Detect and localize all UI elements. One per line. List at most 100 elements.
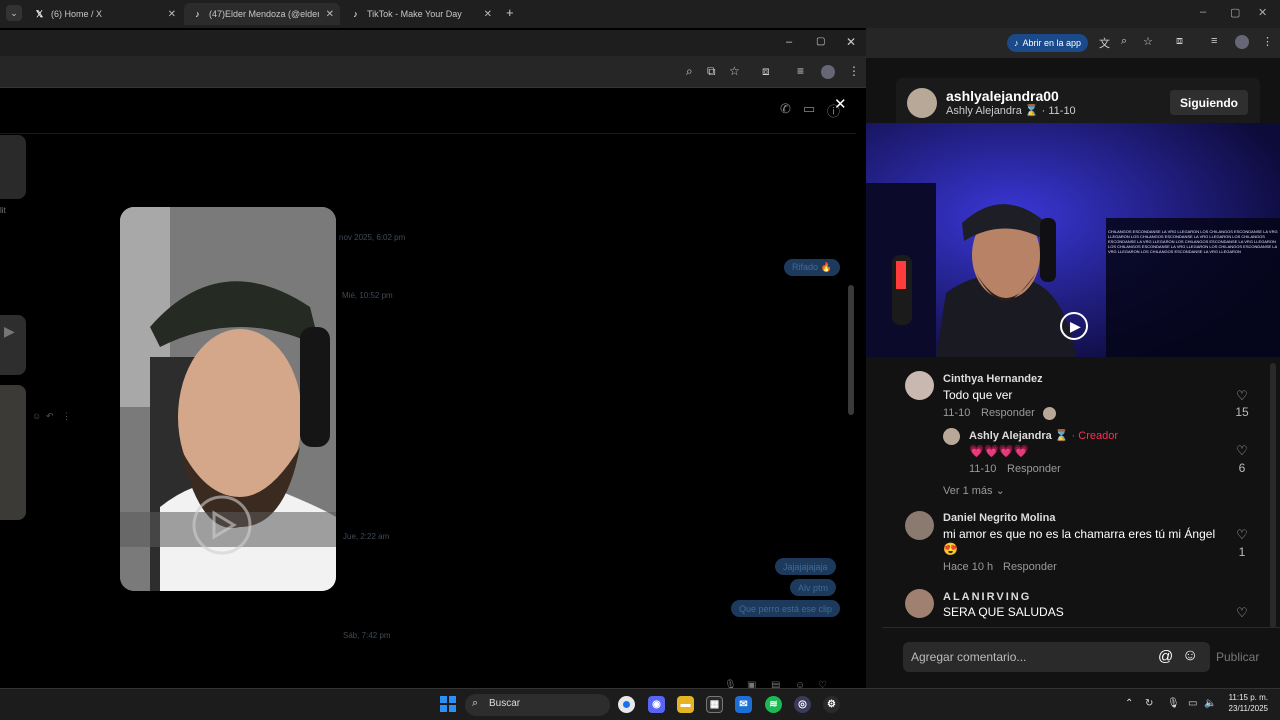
media-icon[interactable]: ≡ — [1211, 35, 1217, 47]
chrome-icon[interactable] — [618, 696, 635, 713]
discord-icon[interactable]: ◉ — [648, 696, 665, 713]
comments-scrollbar[interactable] — [1270, 363, 1276, 628]
mention-icon[interactable]: @ — [1158, 648, 1173, 665]
previous-media-thumb[interactable] — [0, 135, 26, 199]
close-window-icon[interactable]: ✕ — [1258, 6, 1267, 19]
close-window-icon[interactable]: ✕ — [846, 35, 856, 49]
comment-username[interactable]: Daniel Negrito Molina — [943, 512, 1055, 524]
commenter-avatar[interactable] — [905, 511, 934, 540]
microphone-icon[interactable]: 🎙 — [1167, 698, 1180, 709]
x-logo-icon: 𝕏 — [35, 8, 44, 19]
comment-username[interactable]: Cinthya Hernandez — [943, 373, 1043, 385]
like-heart-icon[interactable]: ♡ — [1232, 443, 1252, 459]
minimize-icon[interactable]: – — [786, 36, 792, 48]
timestamp: Jue, 2:22 am — [343, 532, 390, 541]
more-menu-icon[interactable]: ⋮ — [848, 64, 860, 78]
dm-scrollbar[interactable] — [847, 135, 855, 660]
tab-search-dropdown-icon[interactable]: ⌄ — [6, 5, 22, 21]
like-heart-icon[interactable]: ♡ — [1232, 527, 1252, 543]
video-call-icon[interactable]: ▭ — [803, 101, 815, 117]
profile-avatar[interactable] — [1235, 35, 1249, 49]
tiktok-icon: ♪ — [195, 9, 200, 19]
tiktok-icon: ♪ — [353, 9, 358, 19]
store-icon[interactable]: ▦ — [706, 696, 723, 713]
taskbar-search[interactable] — [465, 694, 610, 716]
phone-call-icon[interactable]: ✆ — [780, 101, 791, 117]
spotify-icon[interactable]: ≋ — [765, 696, 782, 713]
message-bubble[interactable]: Alv ptm — [790, 579, 837, 596]
reply-button[interactable]: Responder — [1007, 463, 1061, 475]
reply-button[interactable]: Responder — [1003, 561, 1057, 573]
maximize-icon[interactable]: ▢ — [1230, 6, 1240, 19]
volume-icon[interactable]: 🔈 — [1204, 698, 1216, 709]
star-icon[interactable]: ☆ — [729, 64, 740, 78]
reply-button[interactable]: Responder — [981, 407, 1035, 419]
zoom-icon[interactable]: ⌕ — [1121, 35, 1127, 48]
close-icon[interactable]: ✕ — [834, 95, 847, 113]
play-icon[interactable]: ▶ — [1060, 312, 1088, 340]
commenter-avatar[interactable] — [905, 589, 934, 618]
message-bubble[interactable]: Jajajajajaja — [775, 558, 836, 575]
more-icon[interactable]: ⋮ — [62, 411, 71, 422]
tab-title: (47)Elder Mendoza (@elderme — [209, 9, 319, 19]
mail-icon[interactable]: ✉ — [735, 696, 752, 713]
clock-time[interactable]: 11:15 p. m. — [1228, 693, 1268, 702]
maximize-icon[interactable]: ▢ — [816, 36, 825, 47]
comment-username-text: Ashly Alejandra ⌛ — [969, 430, 1069, 442]
tiktok-icon: ♪ — [1014, 38, 1019, 48]
emoji-icon[interactable]: ☺ — [1182, 647, 1198, 665]
react-icon[interactable]: ☺ — [32, 411, 41, 421]
author-avatar[interactable] — [907, 88, 937, 118]
minimize-icon[interactable]: – — [1200, 6, 1206, 18]
comment-username[interactable]: ALANIRVING — [943, 591, 1031, 603]
close-tab-icon[interactable]: ✕ — [484, 9, 492, 20]
zoom-icon[interactable]: ⌕ — [686, 64, 693, 79]
app-icon[interactable]: ⚙ — [823, 696, 840, 713]
like-heart-icon[interactable]: ♡ — [1232, 605, 1252, 621]
author-subline: Ashly Alejandra ⌛ · 11-10 — [946, 104, 1076, 117]
star-icon[interactable]: ☆ — [1143, 35, 1153, 48]
tab-x-home[interactable]: 𝕏 (6) Home / X ✕ — [26, 3, 182, 25]
creator-liked-avatar — [1043, 407, 1056, 420]
comment-text: 💗💗💗💗 — [969, 444, 1029, 458]
previous-media-thumb[interactable]: ▶ — [0, 315, 26, 375]
tab-tiktok[interactable]: ♪ TikTok - Make Your Day ✕ — [342, 3, 498, 25]
side-label: lit — [0, 206, 6, 215]
author-username[interactable]: ashlyalejandra00 — [946, 88, 1059, 104]
clock-date[interactable]: 23/11/2025 — [1222, 704, 1268, 713]
close-tab-icon[interactable]: ✕ — [168, 9, 176, 20]
close-tab-icon[interactable]: ✕ — [326, 9, 334, 20]
profile-avatar[interactable] — [821, 65, 835, 79]
more-menu-icon[interactable]: ⋮ — [1262, 35, 1273, 48]
cast-icon[interactable]: ⧉ — [707, 64, 716, 79]
creator-tag: · Creador — [1071, 430, 1119, 442]
comment-username[interactable]: Ashly Alejandra ⌛ · Creador — [969, 429, 1118, 442]
network-icon[interactable]: ▭ — [1188, 698, 1197, 709]
app-icon[interactable]: ◎ — [794, 696, 811, 713]
open-in-app-button[interactable]: ♪ Abrir en la app — [1007, 34, 1089, 52]
message-bubble[interactable]: Rifado 🔥 — [784, 259, 840, 276]
commenter-avatar[interactable] — [943, 428, 960, 445]
dm-window-toolbar: ⌕ ⧉ ☆ ⧈ ≡ ⋮ — [0, 56, 866, 88]
media-icon[interactable]: ≡ — [797, 64, 804, 78]
sync-icon[interactable]: ↻ — [1145, 698, 1153, 709]
see-more-replies[interactable]: Ver 1 más ⌄ — [943, 484, 1005, 497]
extensions-icon[interactable]: ⧈ — [762, 64, 770, 79]
comment-time: 11-10 — [969, 463, 997, 475]
commenter-avatar[interactable] — [905, 371, 934, 400]
following-button[interactable]: Siguiendo — [1170, 90, 1248, 115]
message-bubble[interactable]: Que perro está ese clip — [731, 600, 841, 617]
tab-elder-mendoza[interactable]: ♪ (47)Elder Mendoza (@elderme ✕ — [184, 3, 340, 25]
previous-media-thumb[interactable] — [0, 385, 26, 520]
file-explorer-icon[interactable]: ▬ — [677, 696, 694, 713]
reply-icon[interactable]: ↶ — [46, 411, 54, 422]
start-menu-icon[interactable] — [440, 696, 456, 712]
like-heart-icon[interactable]: ♡ — [1232, 388, 1252, 404]
new-tab-button[interactable]: + — [506, 5, 514, 20]
translate-icon[interactable]: 文 — [1099, 35, 1110, 51]
tab-title: (6) Home / X — [51, 9, 103, 19]
shared-video-card[interactable] — [120, 207, 336, 591]
extensions-icon[interactable]: ⧈ — [1176, 35, 1183, 48]
publish-button[interactable]: Publicar — [1216, 650, 1259, 664]
tray-overflow-icon[interactable]: ⌃ — [1125, 698, 1133, 709]
